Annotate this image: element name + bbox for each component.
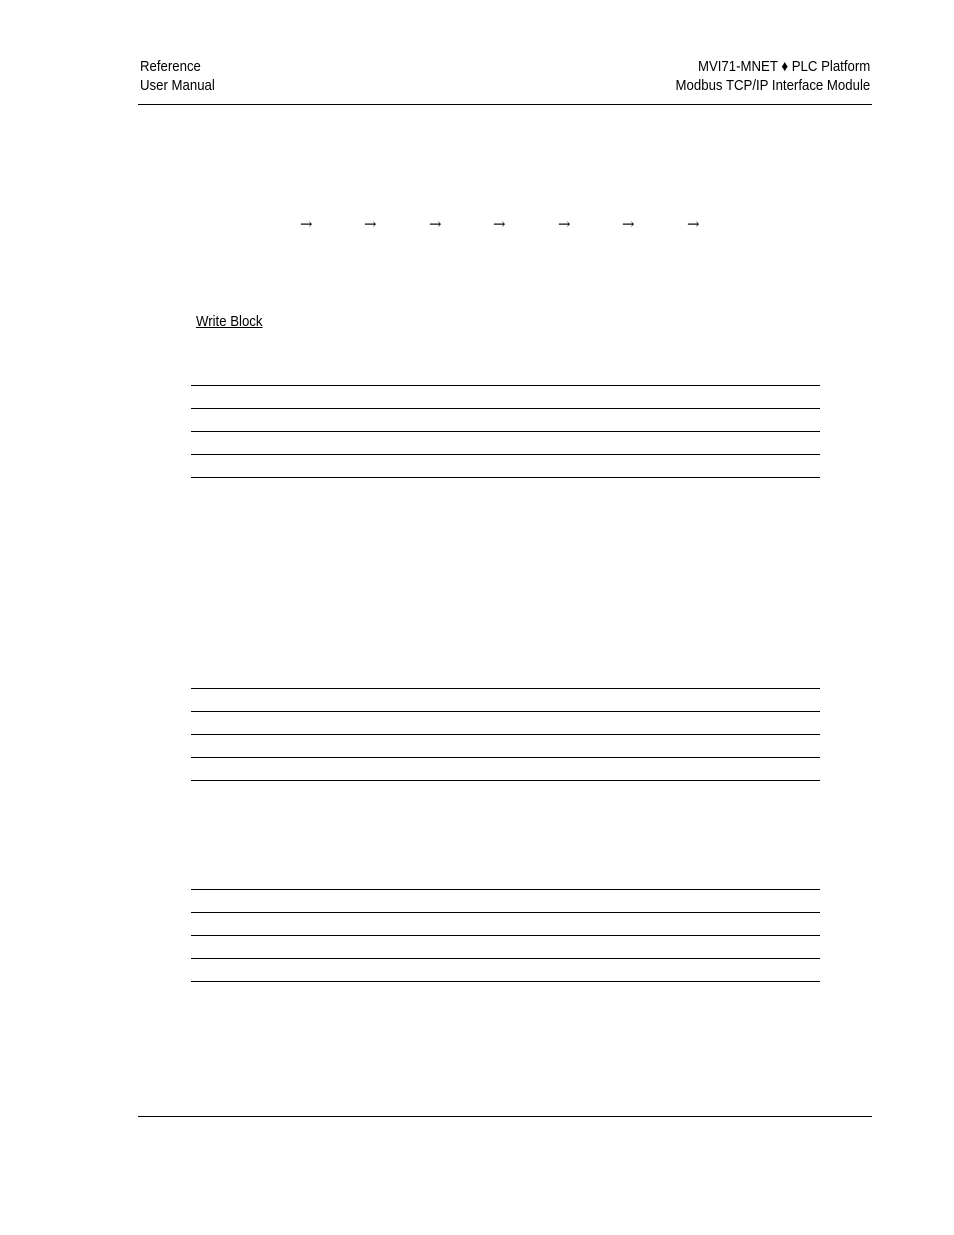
table-3 <box>191 889 820 982</box>
section-heading-write-block: Write Block <box>196 313 263 330</box>
header-left: Reference User Manual <box>140 57 215 95</box>
arrow-right-icon: → <box>558 215 571 233</box>
header-doc-name: User Manual <box>140 77 215 94</box>
table-row <box>191 431 820 454</box>
header-module: Modbus TCP/IP Interface Module <box>675 77 870 94</box>
arrow-right-icon: → <box>364 215 377 233</box>
table-row <box>191 912 820 935</box>
header-product: MVI71-MNET ♦ PLC Platform <box>697 58 870 75</box>
table-row <box>191 757 820 781</box>
header-right: MVI71-MNET ♦ PLC Platform Modbus TCP/IP … <box>675 57 870 95</box>
table-row <box>191 408 820 431</box>
header-divider <box>138 104 872 105</box>
table-2 <box>191 688 820 781</box>
table-1 <box>191 385 820 478</box>
arrow-right-icon: → <box>622 215 635 233</box>
arrow-right-icon: → <box>429 215 442 233</box>
table-row <box>191 385 820 408</box>
table-row <box>191 688 820 711</box>
flow-arrows: → → → → → → → <box>0 214 954 238</box>
arrow-right-icon: → <box>687 215 700 233</box>
table-row <box>191 958 820 982</box>
arrow-right-icon: → <box>493 215 506 233</box>
header-doc-type: Reference <box>140 58 201 75</box>
table-row <box>191 454 820 478</box>
table-row <box>191 935 820 958</box>
footer-divider <box>138 1116 872 1117</box>
table-row <box>191 734 820 757</box>
arrow-right-icon: → <box>300 215 313 233</box>
table-row <box>191 889 820 912</box>
table-row <box>191 711 820 734</box>
